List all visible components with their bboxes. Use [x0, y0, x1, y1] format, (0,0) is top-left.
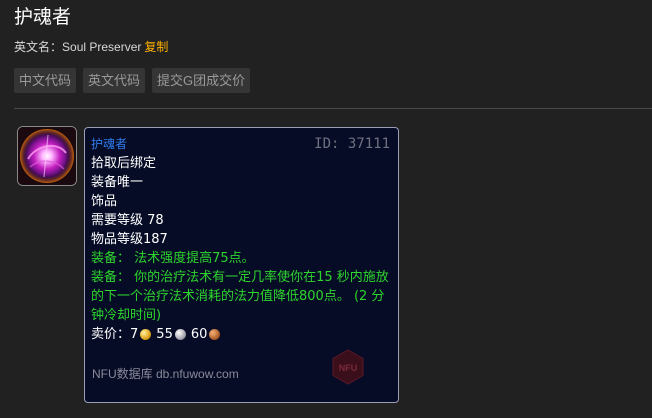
- unique-line: 装备唯一: [91, 175, 144, 190]
- item-id: ID: 37111: [314, 136, 390, 152]
- tooltip-header: 护魂者 ID: 37111: [91, 136, 392, 152]
- action-buttons: 中文代码 英文代码 提交G团成交价: [14, 68, 251, 93]
- english-name-label: 英文名：: [14, 40, 63, 54]
- sell-price-label: 卖价：: [91, 327, 131, 342]
- divider: [14, 108, 652, 109]
- copper-coin-icon: [209, 329, 221, 340]
- cn-code-button[interactable]: 中文代码: [14, 68, 77, 93]
- required-level-line: 需要等级 78: [91, 213, 164, 228]
- equip-effect-1: 装备： 法术强度提高75点。: [91, 251, 255, 266]
- item-level-line: 物品等级187: [91, 232, 168, 247]
- binding-line: 拾取后绑定: [91, 156, 157, 171]
- item-name[interactable]: 护魂者: [91, 137, 127, 151]
- item-tooltip: 护魂者 ID: 37111 拾取后绑定 装备唯一 饰品 需要等级 78 物品等级…: [84, 127, 399, 403]
- logo-text: NFU: [339, 363, 358, 373]
- nfu-logo-icon: NFU: [332, 349, 364, 385]
- silver-amount: 55: [156, 327, 173, 342]
- copy-link[interactable]: 复制: [144, 40, 168, 54]
- english-name-value: Soul Preserver: [62, 40, 142, 54]
- gold-coin-icon: [140, 329, 152, 340]
- silver-coin-icon: [174, 329, 186, 340]
- swirling-purple-orb-icon: [18, 127, 76, 185]
- english-name-row: 英文名：Soul Preserver 复制: [14, 39, 168, 55]
- sell-price: 卖价： 7 55 60: [91, 325, 392, 344]
- submit-g-price-button[interactable]: 提交G团成交价: [152, 68, 251, 93]
- equip-effect-2: 装备： 你的治疗法术有一定几率使你在15 秒内施放的下一个治疗法术消耗的法力值降…: [91, 270, 389, 323]
- page-title: 护魂者: [14, 7, 72, 28]
- copper-amount: 60: [190, 327, 208, 342]
- en-code-button[interactable]: 英文代码: [83, 68, 146, 93]
- item-icon[interactable]: [17, 126, 77, 186]
- tooltip-footer[interactable]: NFU数据库 db.nfuwow.com: [92, 365, 239, 384]
- gold-amount: 7: [130, 327, 139, 342]
- slot-line: 饰品: [91, 194, 118, 209]
